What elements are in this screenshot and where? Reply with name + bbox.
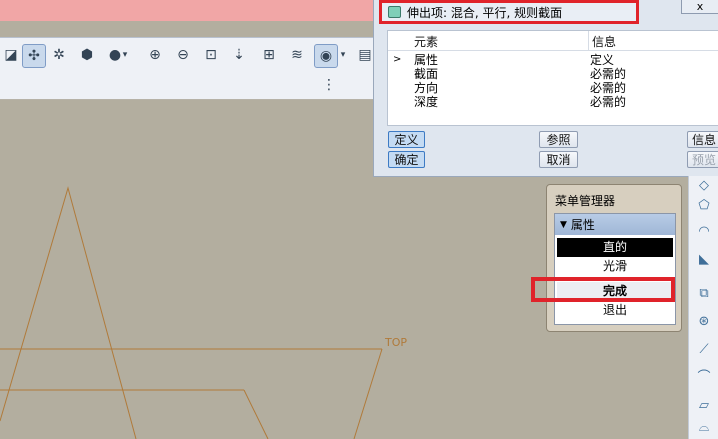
chamfer-icon[interactable]: ◣ (696, 252, 712, 268)
feature-toolbar: ◇ ⬠ ◠ ◣ ⧉ ⊛ ⟋ ⌒ ▱ ⌓ (688, 176, 718, 439)
spin-center-icon[interactable]: ✲ (48, 44, 70, 66)
section-side (243, 389, 269, 439)
secondary-toolbar: ⋮ (0, 70, 378, 100)
column-header-info: 信息 (592, 35, 617, 49)
menu-list: ▼ 属性 直的 光滑 完成 退出 (554, 213, 676, 325)
protrusion-icon (388, 6, 401, 18)
table-row[interactable]: 方向 必需的 (388, 81, 718, 95)
saved-views-icon[interactable]: ⊞ (258, 44, 280, 66)
menu-item-quit[interactable]: 退出 (557, 301, 673, 320)
table-row[interactable]: > 属性 定义 (388, 53, 718, 67)
main-toolbar: ◪ ✣ ✲ ⬢ ● ▾ ⊕ ⊖ ⊡ ⇣ ⊞ ≋ ◉ ▾ ▤ (0, 37, 378, 72)
menu-item-straight[interactable]: 直的 (557, 238, 673, 257)
hole-icon[interactable]: ⬠ (696, 198, 712, 214)
sweep-icon[interactable]: ⌒ (696, 370, 712, 386)
feature-dialog: 伸出项: 混合, 平行, 规则截面 x 元素 信息 > 属性 定义 截面 必需的… (373, 0, 718, 177)
info-button[interactable]: 信息 (687, 131, 718, 148)
repaint-icon[interactable]: ⬢ (76, 44, 98, 66)
orient-icon[interactable]: ⇣ (228, 44, 250, 66)
element-table: 元素 信息 > 属性 定义 截面 必需的 方向 必需的 深度 必需的 (387, 30, 718, 126)
table-row[interactable]: 截面 必需的 (388, 67, 718, 81)
revolve-icon[interactable]: ⊛ (696, 314, 712, 330)
shell-icon[interactable]: ⧉ (696, 286, 712, 302)
top-datum-label: TOP (385, 336, 408, 349)
dropdown-arrow-icon[interactable]: ▾ (120, 44, 130, 66)
blend-icon[interactable]: ▱ (696, 398, 712, 414)
reference-button[interactable]: 参照 (539, 131, 578, 148)
menu-section-header[interactable]: ▼ 属性 (555, 214, 675, 235)
menu-item-smooth[interactable]: 光滑 (557, 257, 673, 276)
display-style-icon[interactable]: ◉ (314, 44, 338, 68)
ok-button[interactable]: 确定 (388, 151, 425, 168)
triangle-sketch (0, 186, 137, 439)
table-row[interactable]: 深度 必需的 (388, 95, 718, 109)
menu-section-label: 属性 (570, 218, 595, 232)
mouse-icon[interactable]: ⋮ (318, 74, 340, 96)
current-row-arrow-icon: > (393, 54, 402, 65)
highlight-box (531, 277, 675, 302)
draft-icon[interactable]: ⟋ (696, 342, 712, 358)
column-header-element: 元素 (414, 35, 439, 49)
rib-icon[interactable]: ⌓ (696, 420, 712, 436)
menu-manager: 菜单管理器 ▼ 属性 直的 光滑 完成 退出 (546, 184, 682, 332)
menu-manager-title: 菜单管理器 (555, 194, 616, 208)
shade-icon[interactable]: ◪ (0, 44, 22, 66)
close-button[interactable]: x (681, 0, 718, 14)
extrude-icon[interactable]: ◇ (696, 178, 712, 194)
zoom-out-icon[interactable]: ⊖ (172, 44, 194, 66)
zoom-in-icon[interactable]: ⊕ (144, 44, 166, 66)
dropdown-arrow-icon[interactable]: ▾ (338, 44, 348, 66)
cancel-button[interactable]: 取消 (539, 151, 578, 168)
refit-icon[interactable]: ⊡ (200, 44, 222, 66)
layers-icon[interactable]: ≋ (286, 44, 308, 66)
preview-button[interactable]: 预览 (687, 151, 718, 168)
datum-point-icon[interactable]: ✣ (22, 44, 46, 68)
top-plane-side (353, 348, 383, 439)
dialog-title: 伸出项: 混合, 平行, 规则截面 (407, 5, 563, 20)
define-button[interactable]: 定义 (388, 131, 425, 148)
collapse-triangle-icon: ▼ (560, 219, 567, 230)
round-icon[interactable]: ◠ (696, 224, 712, 240)
dialog-title-bar: 伸出项: 混合, 平行, 规则截面 (379, 0, 639, 24)
